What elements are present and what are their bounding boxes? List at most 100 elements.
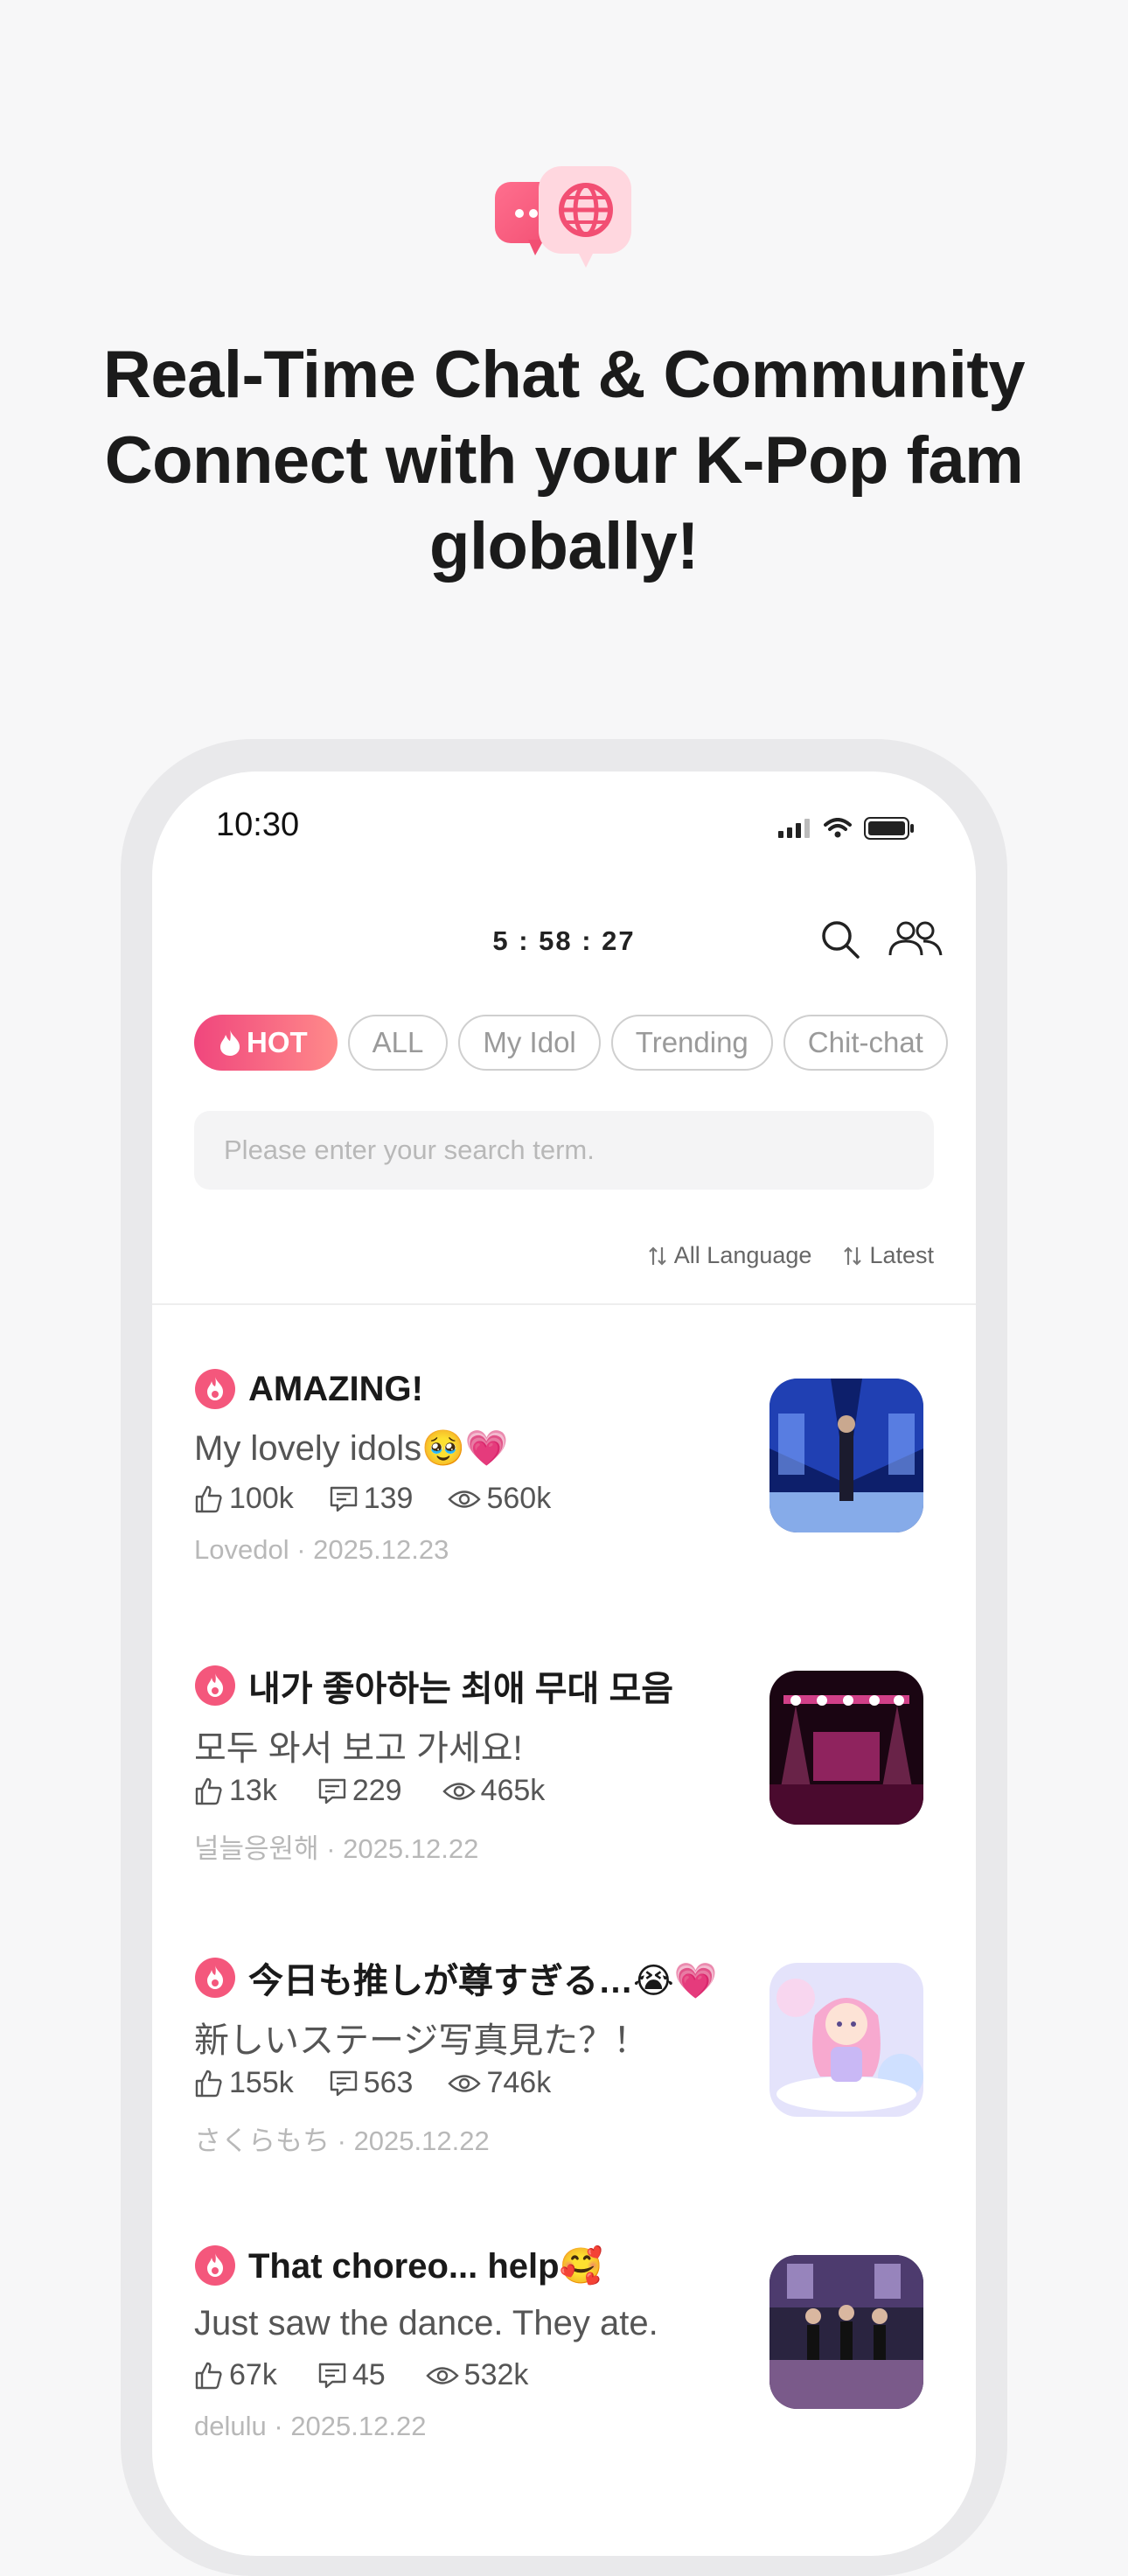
search-input[interactable] — [194, 1111, 934, 1190]
headline-line-1: Real-Time Chat & Community — [103, 338, 1025, 412]
hot-flame-badge-icon — [195, 2245, 235, 2286]
status-icons — [778, 817, 915, 840]
post-meta: Lovedol · 2025.12.23 — [194, 1534, 449, 1565]
likes-count: 67k — [229, 2358, 277, 2391]
post-item[interactable]: 今日も推しが尊すぎる…😭💗 新しいステージ写真見た？！ 155k 563 746… — [194, 1952, 934, 2180]
post-meta: delulu · 2025.12.22 — [194, 2411, 427, 2441]
category-tabs: HOT ALL My Idol Trending Chit-chat — [194, 1015, 948, 1071]
post-title: 今日も推しが尊すぎる…😭💗 — [194, 1952, 718, 2003]
likes-stat: 155k — [194, 2066, 294, 2100]
status-time: 10:30 — [216, 806, 300, 843]
tab-hot[interactable]: HOT — [194, 1015, 338, 1071]
views-count: 532k — [463, 2358, 529, 2391]
headline-line-3: globally! — [429, 509, 699, 583]
hot-flame-badge-icon — [195, 1665, 235, 1706]
comments-stat: 139 — [329, 1482, 414, 1516]
eye-icon — [448, 1490, 482, 1508]
comment-icon — [330, 2070, 357, 2096]
community-icon[interactable] — [888, 918, 943, 960]
flame-icon — [220, 1030, 240, 1056]
language-filter-label: All Language — [673, 1242, 812, 1268]
tab-label: HOT — [247, 1026, 308, 1058]
post-title: 내가 좋아하는 최애 무대 모음 — [194, 1660, 673, 1711]
post-author: Lovedol — [194, 1534, 289, 1565]
views-count: 746k — [486, 2066, 552, 2099]
post-body: 모두 와서 보고 가세요! — [194, 1729, 523, 1768]
post-title: AMAZING! — [194, 1368, 423, 1410]
comment-icon — [330, 1486, 357, 1511]
views-stat: 746k — [448, 2066, 551, 2100]
post-body: My lovely idols🥹💗 — [194, 1429, 509, 1468]
phone-screen: 10:30 5 : 58 : 27 HOT ALL My Idol Trendi… — [152, 771, 976, 2556]
sort-filter-label: Latest — [869, 1242, 934, 1268]
battery-icon — [864, 817, 914, 840]
thumbs-up-icon — [195, 1485, 222, 1512]
search-icon[interactable] — [819, 918, 861, 960]
headline-line-2: Connect with your K-Pop fam — [104, 423, 1024, 498]
views-stat: 560k — [448, 1482, 551, 1516]
post-item[interactable]: AMAZING! My lovely idols🥹💗 100k 139 560k… — [194, 1368, 934, 1595]
sort-filter[interactable]: Latest — [843, 1242, 934, 1269]
likes-count: 155k — [229, 2066, 294, 2099]
post-author: delulu — [194, 2411, 267, 2441]
post-title-text: 今日も推しが尊すぎる…😭💗 — [248, 1962, 718, 2000]
post-stats: 13k 229 465k — [194, 1774, 545, 1808]
likes-stat: 100k — [194, 1482, 294, 1516]
post-meta: 널늘응원해 · 2025.12.22 — [194, 1833, 479, 1864]
views-stat: 465k — [442, 1774, 546, 1808]
sort-arrows-icon — [844, 1246, 862, 1266]
comments-stat: 229 — [317, 1774, 402, 1808]
comment-icon — [318, 2363, 346, 2388]
comment-icon — [318, 1778, 346, 1804]
post-title: That choreo... help🥰 — [194, 2244, 602, 2286]
post-stats: 100k 139 560k — [194, 1482, 551, 1516]
post-thumbnail[interactable] — [769, 1671, 923, 1825]
hero-headline: Real-Time Chat & Community Connect with … — [0, 332, 1128, 590]
tab-all[interactable]: ALL — [347, 1015, 449, 1071]
post-title-text: 내가 좋아하는 최애 무대 모음 — [248, 1670, 674, 1708]
post-date: 2025.12.22 — [353, 2126, 490, 2156]
post-thumbnail[interactable] — [769, 2255, 923, 2409]
post-author: さくらもち — [194, 2126, 330, 2156]
post-item[interactable]: That choreo... help🥰 Just saw the dance.… — [194, 2244, 934, 2472]
post-body: 新しいステージ写真見た？！ — [194, 2021, 649, 2060]
tab-my-idol[interactable]: My Idol — [458, 1015, 601, 1071]
filter-bar: All Language Latest — [648, 1242, 934, 1269]
comments-count: 45 — [352, 2358, 386, 2391]
tab-chit-chat[interactable]: Chit-chat — [783, 1015, 948, 1071]
language-filter[interactable]: All Language — [648, 1242, 812, 1269]
chat-globe-icon — [495, 166, 631, 268]
post-thumbnail[interactable] — [769, 1379, 923, 1532]
post-thumbnail[interactable] — [769, 1963, 923, 2117]
post-title-text: That choreo... help🥰 — [248, 2246, 603, 2286]
likes-count: 100k — [229, 1482, 294, 1515]
comments-count: 139 — [363, 1482, 414, 1515]
thumbs-up-icon — [195, 2070, 222, 2097]
thumbs-up-icon — [195, 2362, 222, 2389]
post-date: 2025.12.23 — [313, 1534, 449, 1565]
eye-icon — [448, 2074, 482, 2092]
likes-stat: 67k — [194, 2358, 277, 2392]
comments-count: 563 — [363, 2066, 414, 2099]
likes-count: 13k — [229, 1774, 277, 1807]
comments-stat: 45 — [317, 2358, 386, 2392]
post-item[interactable]: 내가 좋아하는 최애 무대 모음 모두 와서 보고 가세요! 13k 229 4… — [194, 1660, 934, 1888]
views-count: 465k — [480, 1774, 546, 1807]
views-stat: 532k — [425, 2358, 529, 2392]
hot-flame-badge-icon — [195, 1369, 235, 1409]
likes-stat: 13k — [194, 1774, 277, 1808]
post-title-text: AMAZING! — [248, 1369, 423, 1408]
post-stats: 155k 563 746k — [194, 2066, 551, 2100]
post-date: 2025.12.22 — [290, 2411, 427, 2441]
eye-icon — [425, 2366, 459, 2384]
comments-count: 229 — [352, 1774, 402, 1807]
post-body: Just saw the dance. They ate. — [194, 2304, 658, 2342]
wifi-icon — [824, 818, 852, 838]
post-author: 널늘응원해 — [194, 1833, 319, 1864]
views-count: 560k — [486, 1482, 552, 1515]
post-date: 2025.12.22 — [343, 1833, 479, 1864]
post-meta: さくらもち · 2025.12.22 — [194, 2126, 490, 2156]
tab-trending[interactable]: Trending — [610, 1015, 773, 1071]
eye-icon — [442, 1782, 476, 1800]
thumbs-up-icon — [195, 1777, 222, 1805]
